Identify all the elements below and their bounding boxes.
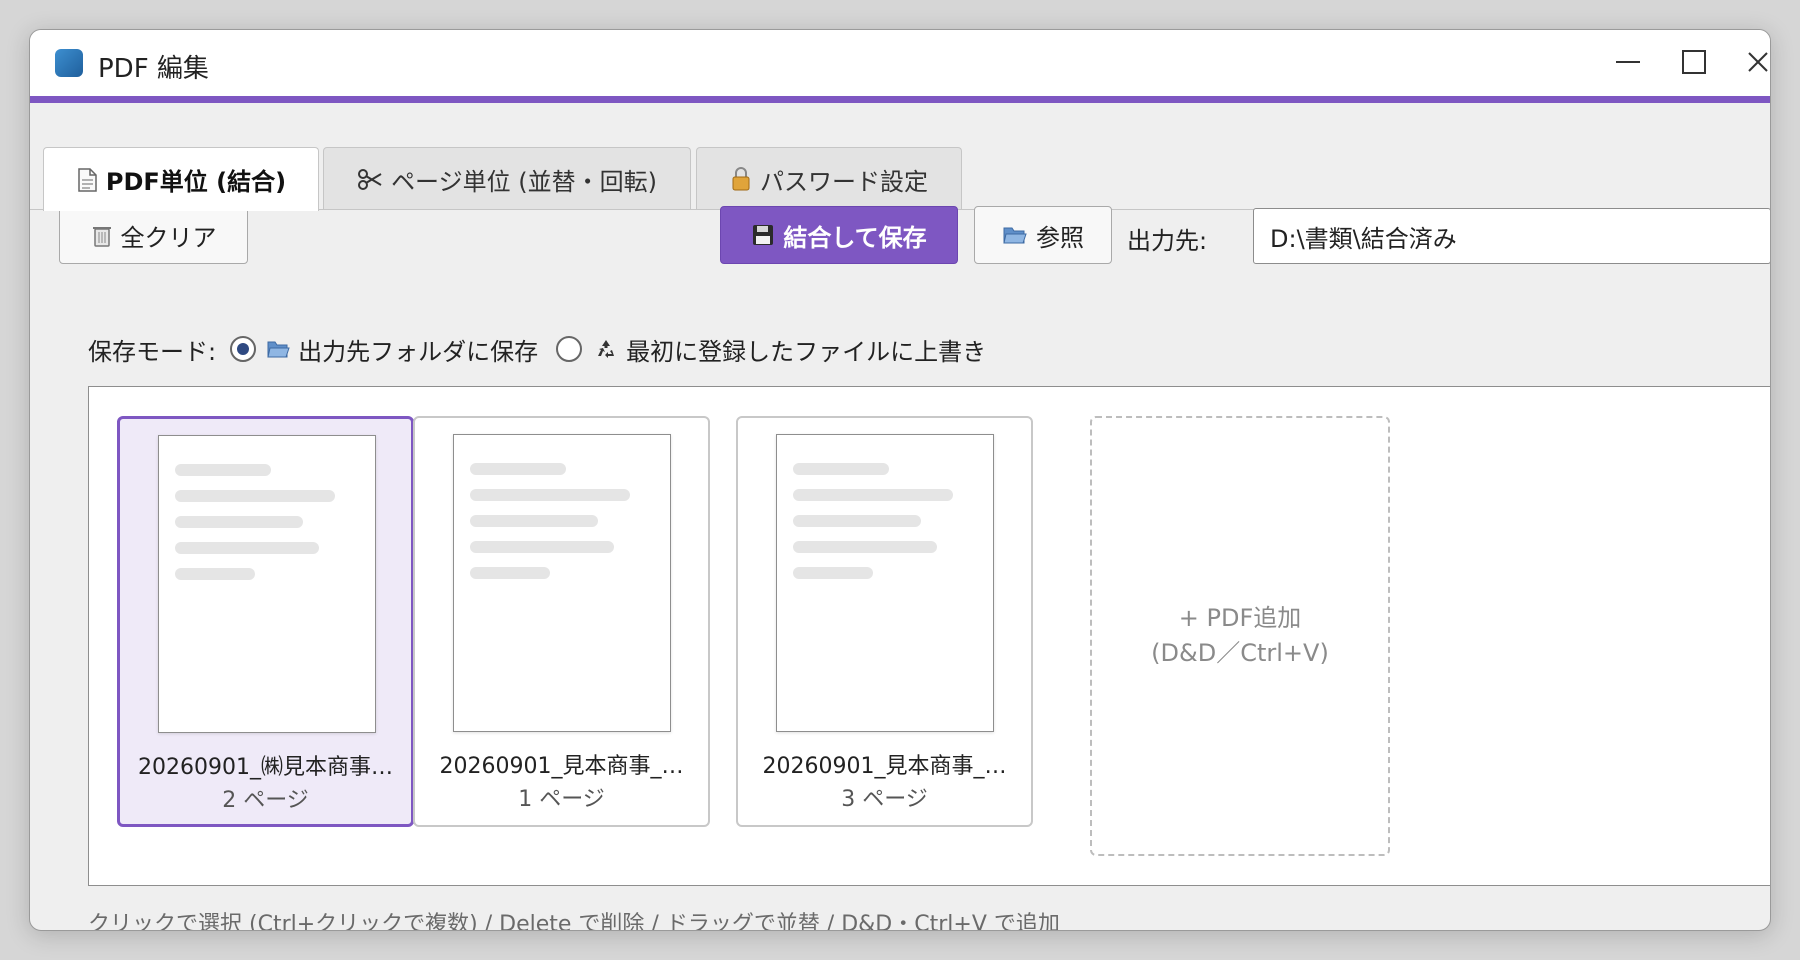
recycle-icon [594, 337, 618, 361]
merge-save-label: 結合して保存 [783, 223, 927, 252]
tab-page-reorder[interactable]: ページ単位 (並替・回転) [323, 147, 691, 210]
output-label: 出力先: [1127, 227, 1208, 255]
lock-icon [732, 167, 750, 191]
file-name: 20260901_見本商事_… [439, 754, 684, 779]
scissors-icon [358, 169, 382, 190]
pdf-editor-window: PDF 編集 PDF単位 (結合) ページ単位 (並替・回転) パスワード設定 … [29, 29, 1771, 931]
add-pdf-hint: (D&D／Ctrl+V) [1151, 639, 1329, 667]
tab-pdf-merge[interactable]: PDF単位 (結合) [43, 147, 319, 211]
radio-save-to-folder[interactable] [230, 336, 257, 362]
pdf-file-card[interactable]: 20260901_見本商事_… 3 ページ [736, 416, 1033, 827]
page-count: 3 ページ [841, 787, 928, 812]
file-name: 20260901_見本商事_… [762, 754, 1007, 779]
accent-bar [30, 96, 1770, 103]
floppy-disk-icon [753, 225, 774, 245]
pdf-thumbnail [158, 435, 376, 733]
save-mode-row: 保存モード: 出力先フォルダに保存 最初に登録したファイルに上書き [88, 331, 986, 367]
folder-icon [266, 339, 290, 359]
page-count: 1 ページ [518, 787, 605, 812]
app-icon [55, 49, 83, 77]
file-name: 20260901_㈱見本商事… [138, 755, 393, 780]
page-count: 2 ページ [222, 788, 309, 813]
pdf-thumbnail [776, 434, 994, 732]
tab-label: パスワード設定 [760, 167, 928, 196]
merge-save-button[interactable]: 結合して保存 [720, 206, 958, 264]
tab-label: PDF単位 (結合) [105, 168, 287, 196]
pdf-file-card[interactable]: 20260901_㈱見本商事… 2 ページ [117, 416, 414, 827]
maximize-button[interactable] [1666, 40, 1722, 84]
tab-strip: PDF単位 (結合) ページ単位 (並替・回転) パスワード設定 [30, 103, 1770, 211]
clear-all-button[interactable]: 全クリア [59, 206, 248, 264]
maximize-icon [1682, 50, 1706, 74]
save-to-folder-label[interactable]: 出力先フォルダに保存 [298, 332, 538, 367]
window-title: PDF 編集 [98, 54, 209, 84]
trash-icon [92, 227, 111, 247]
status-hint: クリックで選択 (Ctrl+クリックで複数) / Delete で削除 / ドラ… [88, 912, 1060, 931]
browse-label: 参照 [1036, 223, 1084, 252]
radio-overwrite-first[interactable] [556, 336, 583, 362]
minimize-icon [1616, 61, 1640, 63]
close-icon [1748, 52, 1768, 72]
tab-label: ページ単位 (並替・回転) [391, 167, 657, 196]
close-button[interactable] [1730, 40, 1770, 84]
minimize-button[interactable] [1600, 40, 1656, 84]
save-mode-label: 保存モード: [88, 337, 217, 366]
add-pdf-label: + PDF追加 [1178, 604, 1302, 633]
document-icon [78, 167, 97, 192]
title-bar[interactable]: PDF 編集 [30, 30, 1770, 96]
overwrite-first-label[interactable]: 最初に登録したファイルに上書き [626, 332, 986, 367]
folder-icon [1003, 227, 1027, 244]
browse-button[interactable]: 参照 [974, 206, 1112, 264]
pdf-thumbnail [453, 434, 671, 732]
tab-password[interactable]: パスワード設定 [696, 147, 962, 210]
output-path-value: D:\書類\結合済み [1270, 224, 1457, 253]
add-pdf-dropzone[interactable]: + PDF追加 (D&D／Ctrl+V) [1090, 416, 1390, 856]
pdf-file-card[interactable]: 20260901_見本商事_… 1 ページ [413, 416, 710, 827]
clear-all-label: 全クリア [120, 223, 217, 252]
output-path-input[interactable]: D:\書類\結合済み [1253, 208, 1770, 264]
